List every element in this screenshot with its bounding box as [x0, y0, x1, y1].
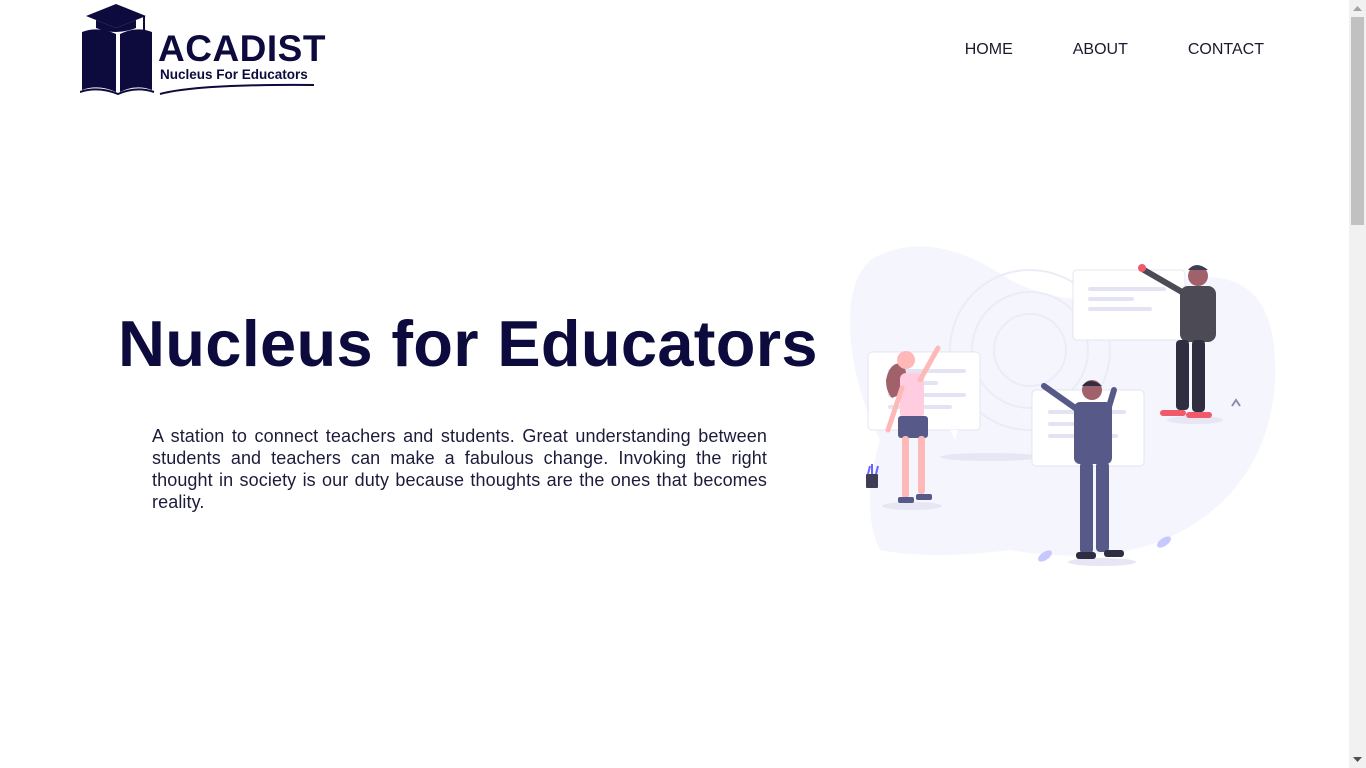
page: ACADIST Nucleus For Educators HOME ABOUT…: [0, 0, 1349, 768]
scroll-up-arrow-icon[interactable]: [1349, 0, 1366, 17]
swoosh-icon: [159, 83, 315, 95]
brand-tagline: Nucleus For Educators: [160, 67, 308, 82]
nav-about-link[interactable]: ABOUT: [1073, 40, 1128, 60]
logo[interactable]: ACADIST Nucleus For Educators: [80, 2, 325, 98]
scroll-down-arrow-icon[interactable]: [1349, 751, 1366, 768]
vertical-scrollbar[interactable]: [1349, 0, 1366, 768]
scrollbar-thumb[interactable]: [1351, 17, 1364, 225]
hero-description: A station to connect teachers and studen…: [152, 426, 767, 512]
brand-name: ACADIST: [158, 28, 326, 69]
main-nav: HOME ABOUT CONTACT: [965, 40, 1264, 60]
graduation-book-icon: [80, 4, 155, 96]
hero-title: Nucleus for Educators: [118, 307, 818, 380]
people-collaborating-illustration: [850, 246, 1276, 566]
nav-home-link[interactable]: HOME: [965, 40, 1013, 60]
nav-contact-link[interactable]: CONTACT: [1188, 40, 1264, 60]
